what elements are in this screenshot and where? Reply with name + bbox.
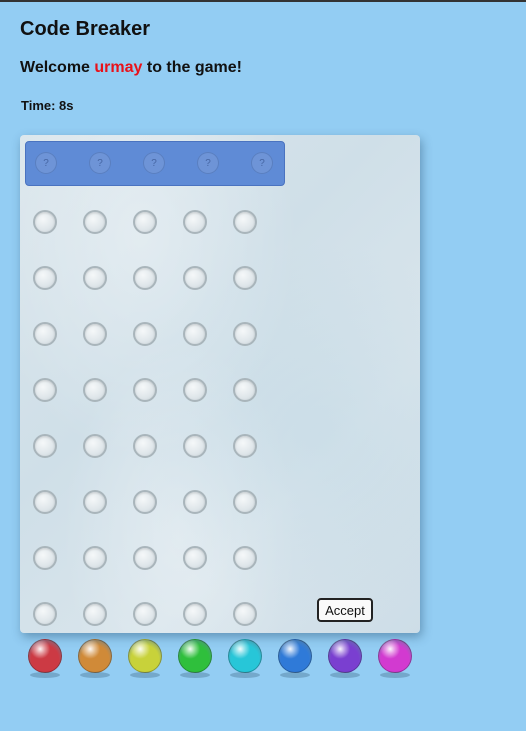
peg-hole[interactable] <box>33 322 57 346</box>
peg-hole[interactable] <box>83 322 107 346</box>
peg-hole[interactable] <box>83 434 107 458</box>
peg-hole[interactable] <box>133 434 157 458</box>
secret-slot: ? <box>197 152 219 174</box>
peg-hole[interactable] <box>183 378 207 402</box>
welcome-prefix: Welcome <box>20 59 95 76</box>
color-ball-cyan[interactable] <box>228 639 262 673</box>
peg-hole[interactable] <box>83 546 107 570</box>
color-ball-purple[interactable] <box>328 639 362 673</box>
peg-hole[interactable] <box>33 434 57 458</box>
peg-hole[interactable] <box>183 210 207 234</box>
peg-hole[interactable] <box>83 602 107 626</box>
peg-hole[interactable] <box>133 210 157 234</box>
peg-hole[interactable] <box>183 602 207 626</box>
peg-hole[interactable] <box>33 378 57 402</box>
peg-hole[interactable] <box>183 546 207 570</box>
peg-hole[interactable] <box>233 602 257 626</box>
peg-hole[interactable] <box>183 266 207 290</box>
username: urmay <box>94 59 143 76</box>
peg-hole[interactable] <box>233 378 257 402</box>
welcome-message: Welcome urmay to the game! <box>20 59 242 77</box>
secret-slot: ? <box>251 152 273 174</box>
peg-hole[interactable] <box>83 210 107 234</box>
peg-hole[interactable] <box>133 322 157 346</box>
peg-hole[interactable] <box>33 602 57 626</box>
welcome-suffix: to the game! <box>142 59 242 76</box>
peg-hole[interactable] <box>233 210 257 234</box>
color-ball-red[interactable] <box>28 639 62 673</box>
peg-hole[interactable] <box>133 546 157 570</box>
peg-hole[interactable] <box>183 322 207 346</box>
peg-hole[interactable] <box>183 434 207 458</box>
color-ball-orange[interactable] <box>78 639 112 673</box>
peg-hole[interactable] <box>83 490 107 514</box>
secret-slot: ? <box>35 152 57 174</box>
secret-slot: ? <box>143 152 165 174</box>
peg-hole[interactable] <box>133 602 157 626</box>
color-ball-yellow[interactable] <box>128 639 162 673</box>
timer: Time: 8s <box>21 98 74 113</box>
peg-hole[interactable] <box>233 490 257 514</box>
peg-hole[interactable] <box>33 490 57 514</box>
peg-hole[interactable] <box>233 546 257 570</box>
peg-hole[interactable] <box>33 266 57 290</box>
peg-hole[interactable] <box>233 322 257 346</box>
secret-code-bar: ? ? ? ? ? <box>25 141 285 186</box>
peg-hole[interactable] <box>183 490 207 514</box>
game-title: Code Breaker <box>20 18 151 40</box>
peg-hole[interactable] <box>233 434 257 458</box>
peg-hole[interactable] <box>233 266 257 290</box>
accept-button[interactable]: Accept <box>317 598 373 622</box>
game-board: ? ? ? ? ? Accept <box>20 135 420 633</box>
color-ball-magenta[interactable] <box>378 639 412 673</box>
peg-hole[interactable] <box>33 546 57 570</box>
peg-hole[interactable] <box>133 490 157 514</box>
peg-hole[interactable] <box>83 266 107 290</box>
color-ball-blue[interactable] <box>278 639 312 673</box>
peg-hole[interactable] <box>33 210 57 234</box>
peg-hole[interactable] <box>83 378 107 402</box>
peg-hole[interactable] <box>133 266 157 290</box>
peg-hole[interactable] <box>133 378 157 402</box>
secret-slot: ? <box>89 152 111 174</box>
color-ball-green[interactable] <box>178 639 212 673</box>
